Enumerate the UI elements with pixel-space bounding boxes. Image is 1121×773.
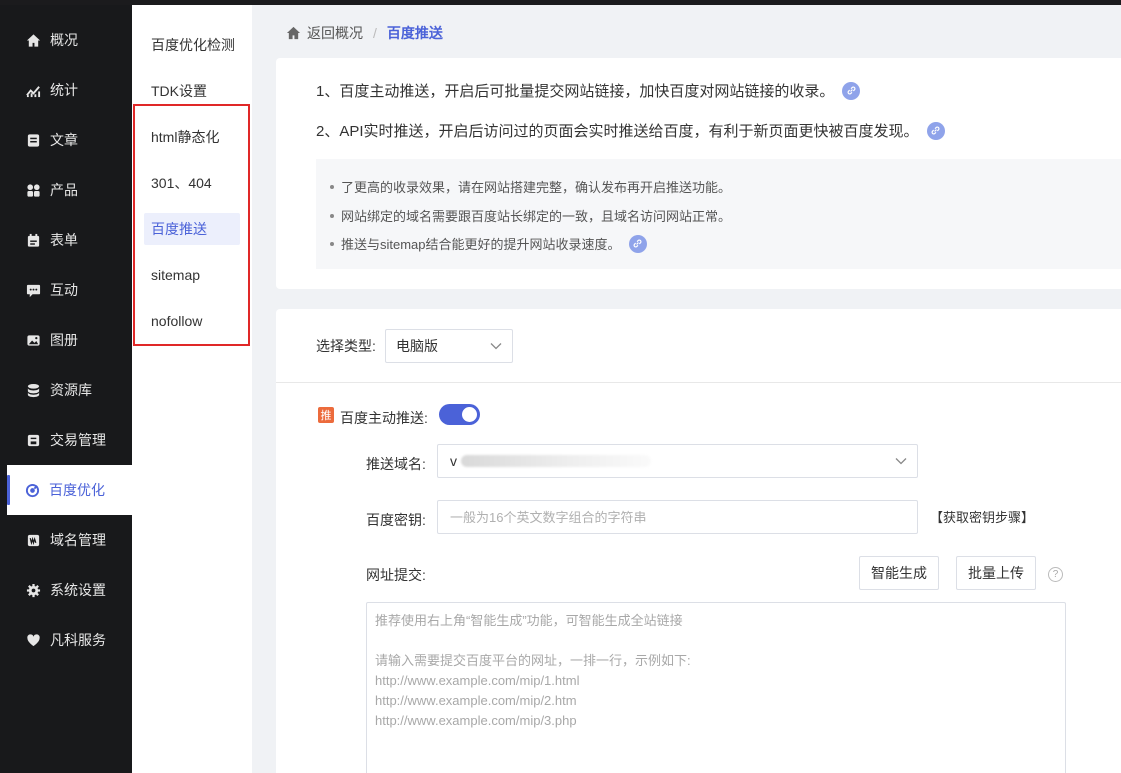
push-domain-label: 推送域名: <box>366 456 426 472</box>
sidebar-item-baidu-seo[interactable]: 百度优化 <box>7 465 132 515</box>
sidebar-item-interaction[interactable]: 互动 <box>8 265 132 315</box>
push-domain-select[interactable]: v <box>437 444 918 478</box>
active-push-label: 百度主动推送: <box>340 410 428 426</box>
domain-icon <box>25 532 41 548</box>
divider <box>276 382 1121 383</box>
textarea-placeholder-line: http://www.example.com/mip/2.htm <box>375 693 577 708</box>
textarea-placeholder-line: 推荐使用右上角“智能生成”功能，可智能生成全站链接 <box>375 613 683 628</box>
help-icon[interactable]: ? <box>1048 567 1063 582</box>
sidebar-item-products[interactable]: 产品 <box>8 165 132 215</box>
link-icon[interactable] <box>926 121 945 140</box>
type-select[interactable]: 电脑版 <box>385 329 513 363</box>
sidebar-item-articles[interactable]: 文章 <box>8 115 132 165</box>
sidebar-item-label: 表单 <box>50 232 78 248</box>
chat-icon <box>25 282 41 298</box>
sidebar-item-forms[interactable]: 表单 <box>8 215 132 265</box>
chevron-down-icon <box>895 458 907 465</box>
sidebar-item-overview[interactable]: 概况 <box>8 15 132 65</box>
textarea-placeholder-line <box>375 631 1057 651</box>
sidebar-item-label: 交易管理 <box>50 432 106 448</box>
sidebar-item-label: 凡科服务 <box>50 632 106 648</box>
url-submit-textarea[interactable]: 推荐使用右上角“智能生成”功能，可智能生成全站链接 请输入需要提交百度平台的网址… <box>366 602 1066 773</box>
textarea-placeholder-line: http://www.example.com/mip/1.html <box>375 673 580 688</box>
url-submit-label: 网址提交: <box>366 567 426 583</box>
heart-icon <box>25 632 41 648</box>
textarea-placeholder-line: 请输入需要提交百度平台的网址，一排一行，示例如下: <box>375 653 691 668</box>
image-icon <box>25 332 41 348</box>
home-icon <box>25 32 41 48</box>
sidebar-item-label: 资源库 <box>50 382 92 398</box>
tips-box: 了更高的收录效果，请在网站搭建完整，确认发布再开启推送功能。 网站绑定的域名需要… <box>316 159 1121 269</box>
sidebar-item-resources[interactable]: 资源库 <box>8 365 132 415</box>
submenu-item-html-static[interactable]: html静态化 <box>144 121 240 153</box>
database-icon <box>25 382 41 398</box>
baidu-key-label: 百度密钥: <box>366 512 426 528</box>
submenu-item-seo-check[interactable]: 百度优化检测 <box>144 29 240 61</box>
sidebar-item-label: 百度优化 <box>49 482 105 498</box>
sidebar-item-label: 域名管理 <box>50 532 106 548</box>
push-settings-card: 选择类型: 电脑版 推 百度主动推送: 推送域名: v 百度密钥: 【获取密钥步… <box>276 309 1121 773</box>
breadcrumb-current: 百度推送 <box>386 25 443 41</box>
push-domain-value: v <box>450 453 457 469</box>
baidu-icon <box>24 482 40 498</box>
type-select-value: 电脑版 <box>396 338 438 354</box>
breadcrumb-home-link[interactable]: 返回概况 <box>286 23 363 43</box>
toggle-knob <box>462 407 477 422</box>
intro-line-active-push: 1、百度主动推送，开启后可批量提交网站链接，加快百度对网站链接的收录。 <box>316 80 861 101</box>
calendar-icon <box>25 232 41 248</box>
submenu-item-tdk[interactable]: TDK设置 <box>144 75 240 107</box>
submenu-item-sitemap[interactable]: sitemap <box>144 259 240 291</box>
main-sidebar: 概况 统计 文章 产品 表单 互动 图册 资源库 交易管理 百度优化 域名管理 <box>0 5 132 773</box>
intro-line-text: 2、API实时推送，开启后访问过的页面会实时推送给百度，有利于新页面更快被百度发… <box>316 123 919 140</box>
breadcrumb-separator: / <box>373 25 377 41</box>
baidu-key-input[interactable] <box>448 508 898 526</box>
chart-icon <box>25 82 41 98</box>
batch-upload-button[interactable]: 批量上传 <box>956 556 1036 590</box>
article-icon <box>25 132 41 148</box>
push-badge-icon: 推 <box>318 407 334 423</box>
trade-icon <box>25 432 41 448</box>
tip-item: 了更高的收录效果，请在网站搭建完整，确认发布再开启推送功能。 <box>330 177 731 196</box>
link-icon[interactable] <box>842 81 861 100</box>
sidebar-item-label: 互动 <box>50 282 78 298</box>
sidebar-item-settings[interactable]: 系统设置 <box>8 565 132 615</box>
push-intro-card: 1、百度主动推送，开启后可批量提交网站链接，加快百度对网站链接的收录。 2、AP… <box>276 58 1121 289</box>
sidebar-item-label: 概况 <box>50 32 78 48</box>
sidebar-item-label: 图册 <box>50 332 78 348</box>
textarea-placeholder-line: http://www.example.com/mip/3.php <box>375 713 577 728</box>
get-key-steps-link[interactable]: 【获取密钥步骤】 <box>930 507 1034 526</box>
breadcrumb: 返回概况 / 百度推送 <box>286 24 443 42</box>
seo-submenu: 百度优化检测 TDK设置 html静态化 301、404 百度推送 sitema… <box>132 5 252 773</box>
grid-icon <box>25 182 41 198</box>
intro-line-text: 1、百度主动推送，开启后可批量提交网站链接，加快百度对网站链接的收录。 <box>316 83 835 100</box>
breadcrumb-home-label: 返回概况 <box>307 25 363 41</box>
sidebar-item-label: 文章 <box>50 132 78 148</box>
submenu-item-baidu-push[interactable]: 百度推送 <box>144 213 240 245</box>
chevron-down-icon <box>490 343 502 350</box>
home-icon <box>286 26 301 40</box>
active-push-toggle[interactable] <box>439 404 480 425</box>
link-icon[interactable] <box>628 234 647 253</box>
sidebar-item-label: 系统设置 <box>50 582 106 598</box>
tip-item: 网站绑定的域名需要跟百度站长绑定的一致，且域名访问网站正常。 <box>330 206 731 225</box>
intro-line-api-push: 2、API实时推送，开启后访问过的页面会实时推送给百度，有利于新页面更快被百度发… <box>316 120 945 141</box>
sidebar-item-stats[interactable]: 统计 <box>8 65 132 115</box>
smart-generate-button[interactable]: 智能生成 <box>859 556 939 590</box>
submenu-item-nofollow[interactable]: nofollow <box>144 305 240 337</box>
blurred-domain-value <box>461 455 651 467</box>
sidebar-item-label: 产品 <box>50 182 78 198</box>
sidebar-item-label: 统计 <box>50 82 78 98</box>
sidebar-item-domain[interactable]: 域名管理 <box>8 515 132 565</box>
baidu-key-input-wrap <box>437 500 918 534</box>
tip-item: 推送与sitemap结合能更好的提升网站收录速度。 <box>330 234 647 253</box>
submenu-item-301-404[interactable]: 301、404 <box>144 167 240 199</box>
sidebar-item-services[interactable]: 凡科服务 <box>8 615 132 665</box>
sidebar-item-gallery[interactable]: 图册 <box>8 315 132 365</box>
sidebar-item-trade[interactable]: 交易管理 <box>8 415 132 465</box>
gear-icon <box>25 582 41 598</box>
type-select-label: 选择类型: <box>316 338 376 354</box>
